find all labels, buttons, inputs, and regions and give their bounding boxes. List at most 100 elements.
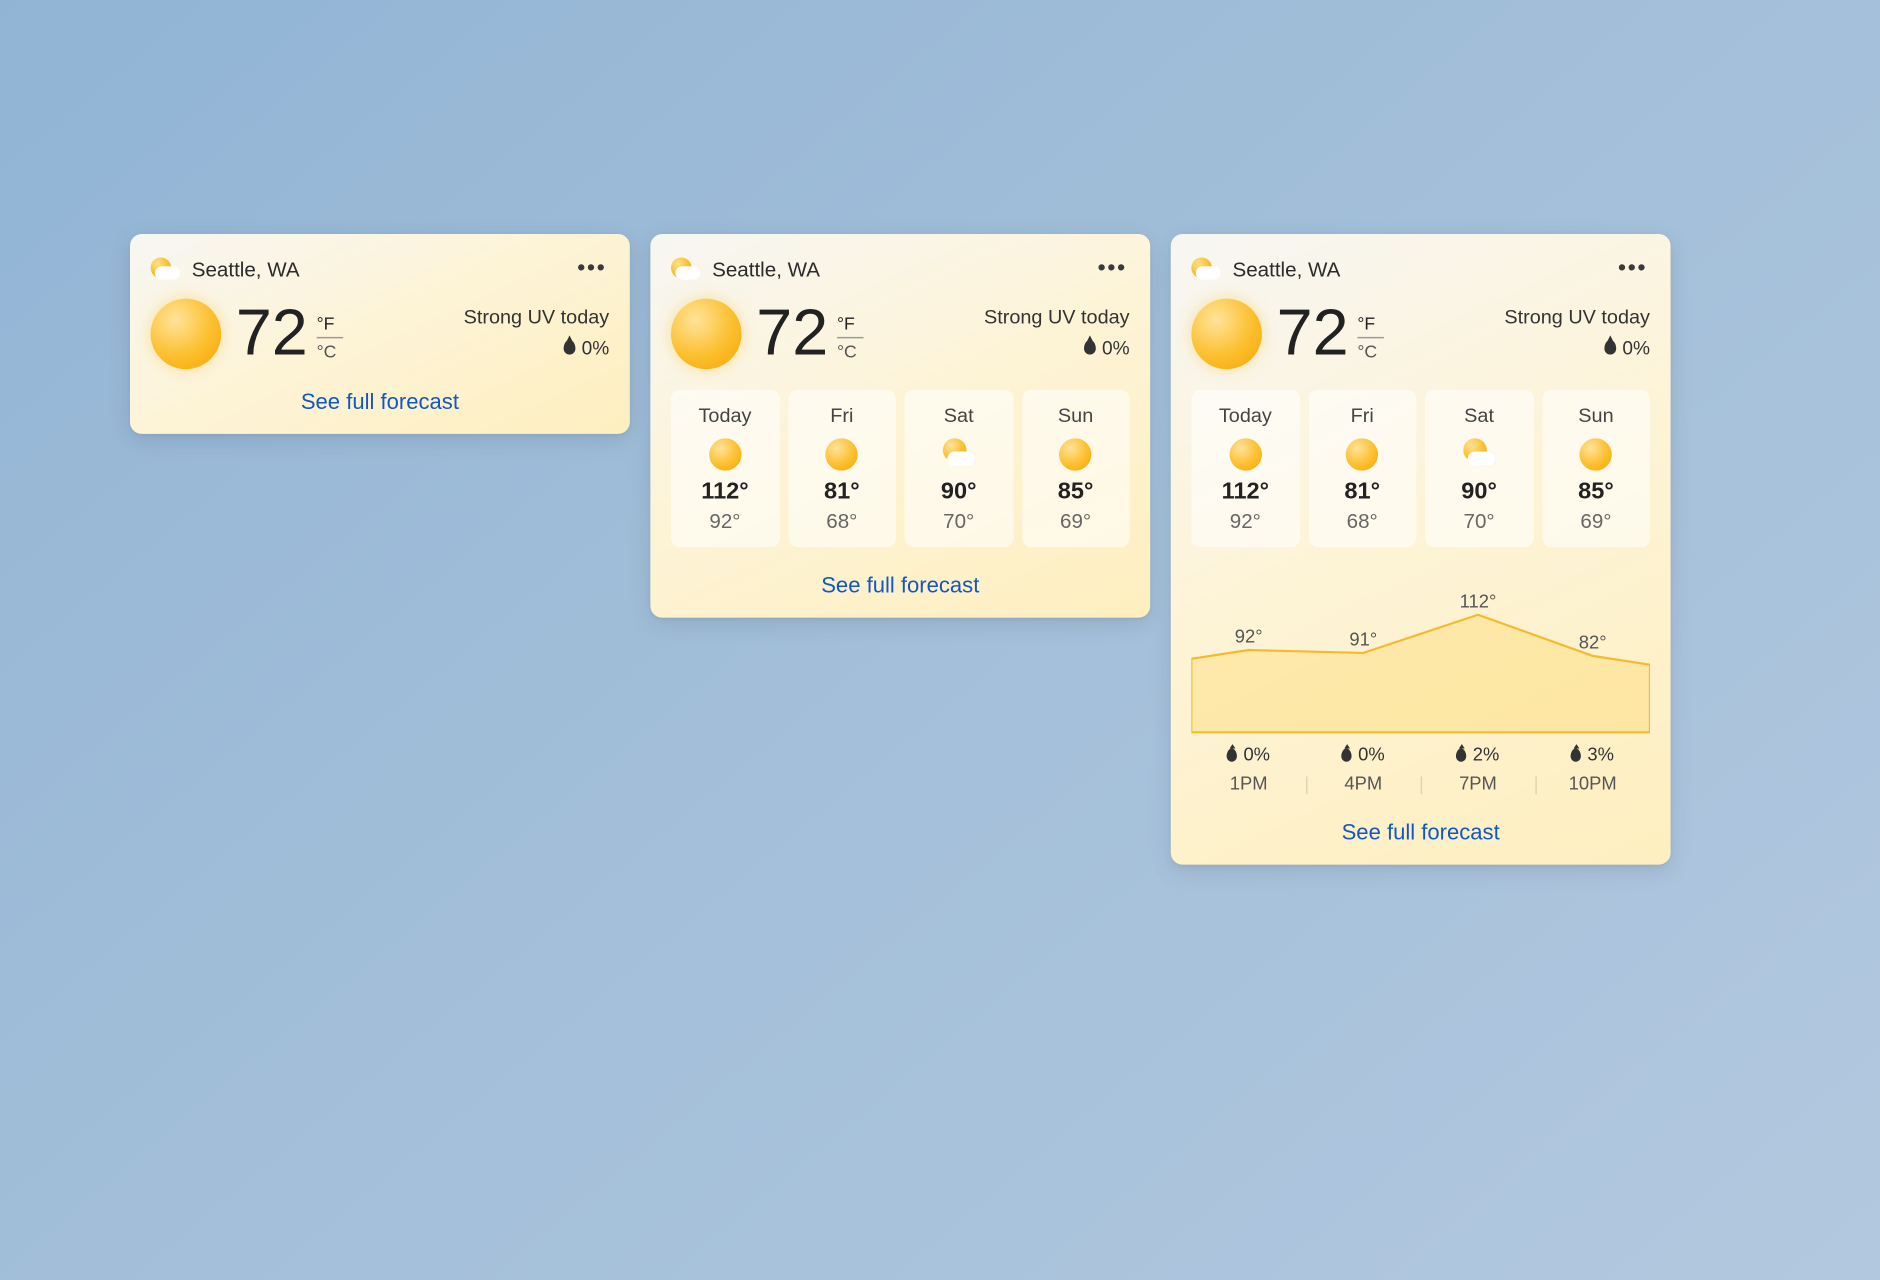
day-low: 68° [1314,509,1410,533]
unit-fahrenheit[interactable]: °F [837,313,863,334]
day-high: 112° [677,479,773,505]
day-tile[interactable]: Sun 85° 69° [1542,390,1650,547]
drop-icon [1605,340,1617,355]
see-full-forecast-link[interactable]: See full forecast [1342,821,1500,846]
daily-forecast: Today112°92°Fri81°68°Sat90°70°Sun85°69° [671,390,1130,547]
day-label: Today [677,405,773,427]
drop-icon [1227,748,1237,761]
precip-now: 0% [1084,337,1129,359]
hourly-temp: 82° [1535,632,1650,653]
weather-app-icon [671,255,700,284]
drop-icon [1084,340,1096,355]
sunny-icon [709,438,741,470]
day-high: 85° [1027,479,1123,505]
hourly-time: 10PM [1535,773,1650,794]
unit-celsius[interactable]: °C [1357,341,1383,362]
temperature: 72 °F °C [756,302,863,367]
more-options-button[interactable]: ••• [1095,258,1130,282]
location-label: Seattle, WA [1233,258,1604,282]
uv-warning: Strong UV today [984,306,1130,328]
day-tile[interactable]: Today 112° 92° [671,390,779,547]
day-label: Sun [1548,405,1644,427]
day-label: Today [1197,405,1293,427]
daily-forecast: Today 112° 92° Fri81°68° Sat 90° 70° Sun 85° 69° [1191,390,1650,547]
uv-warning: Strong UV today [1504,306,1650,328]
current-conditions: 72 °F °C Strong UV today 0% [1191,299,1650,370]
hourly-temp: 92° [1191,626,1306,647]
day-low: 70° [1431,509,1527,533]
unit-fahrenheit[interactable]: °F [1357,313,1383,334]
day-high: 85° [1548,479,1644,505]
temperature-value: 72 [1277,302,1349,367]
day-low: 70° [911,509,1007,533]
see-full-forecast-link[interactable]: See full forecast [821,574,979,599]
hourly-time: 4PM [1306,773,1421,794]
day-label: Sat [1431,405,1527,427]
sunny-icon [1229,438,1261,470]
unit-toggle[interactable]: °F °C [837,313,863,362]
precip-value: 0% [582,337,610,359]
day-label: Sat [911,405,1007,427]
hourly-column: 112°2%7PM [1421,574,1536,795]
hourly-time: 1PM [1191,773,1306,794]
precip-value: 0% [1102,337,1130,359]
drop-icon [1342,748,1352,761]
sunny-icon [151,299,222,370]
day-tile[interactable]: Fri81°68° [1308,390,1416,547]
day-high: 112° [1197,479,1293,505]
hourly-temp: 112° [1421,591,1536,612]
hourly-forecast-chart: 92°0%1PM91°0%4PM112°2%7PM82°3%10PM [1191,574,1650,795]
temperature: 72 °F °C [1277,302,1384,367]
hourly-time: 7PM [1421,773,1536,794]
partly-cloudy-icon [1463,438,1495,470]
hourly-precip: 0% [1191,744,1306,765]
unit-fahrenheit[interactable]: °F [317,313,343,334]
unit-celsius[interactable]: °C [837,341,863,362]
weather-widget-medium: Seattle, WA ••• 72 °F °C Strong UV today… [650,234,1150,618]
sunny-icon [1059,438,1091,470]
unit-celsius[interactable]: °C [317,341,343,362]
see-full-forecast-link[interactable]: See full forecast [301,390,459,415]
day-tile[interactable]: Fri 81° 68° [788,390,896,547]
more-options-button[interactable]: ••• [574,258,609,282]
sunny-icon [1580,438,1612,470]
day-low: 92° [677,509,773,533]
more-options-button[interactable]: ••• [1615,258,1650,282]
day-tile[interactable]: Sun85°69° [1022,390,1130,547]
drop-icon [564,340,576,355]
day-label: Fri [1314,405,1410,427]
partly-cloudy-icon [943,438,975,470]
weather-app-icon [151,255,180,284]
hourly-column: 91°0%4PM [1306,574,1421,795]
weather-widget-large: Seattle, WA ••• 72 °F °C Strong UV today… [1171,234,1671,865]
hourly-column: 82° 3% 10PM [1535,574,1650,795]
day-low: 68° [794,509,890,533]
day-tile[interactable]: Sat 90° 70° [1425,390,1533,547]
precip-now: 0% [564,337,609,359]
day-low: 92° [1197,509,1293,533]
day-tile[interactable]: Sat90°70° [905,390,1013,547]
day-high: 81° [794,479,890,505]
widget-header: Seattle, WA ••• [671,255,1130,284]
temperature-value: 72 [756,302,828,367]
temperature-value: 72 [236,302,308,367]
uv-warning: Strong UV today [464,306,610,328]
day-label: Fri [794,405,890,427]
temperature: 72 °F °C [236,302,343,367]
day-tile[interactable]: Today 112° 92° [1191,390,1299,547]
weather-widget-small: Seattle, WA ••• 72 °F °C Strong UV today… [130,234,630,434]
day-low: 69° [1548,509,1644,533]
drop-icon [1457,748,1467,761]
day-label: Sun [1027,405,1123,427]
sunny-icon [826,438,858,470]
sunny-icon [1346,438,1378,470]
sunny-icon [671,299,742,370]
hourly-precip: 0% [1306,744,1421,765]
sunny-icon [1191,299,1262,370]
unit-toggle[interactable]: °F °C [317,313,343,362]
hourly-precip: 3% [1535,744,1650,765]
current-conditions: 72 °F °C Strong UV today 0% [671,299,1130,370]
day-high: 90° [1431,479,1527,505]
drop-icon [1571,748,1581,761]
unit-toggle[interactable]: °F °C [1357,313,1383,362]
